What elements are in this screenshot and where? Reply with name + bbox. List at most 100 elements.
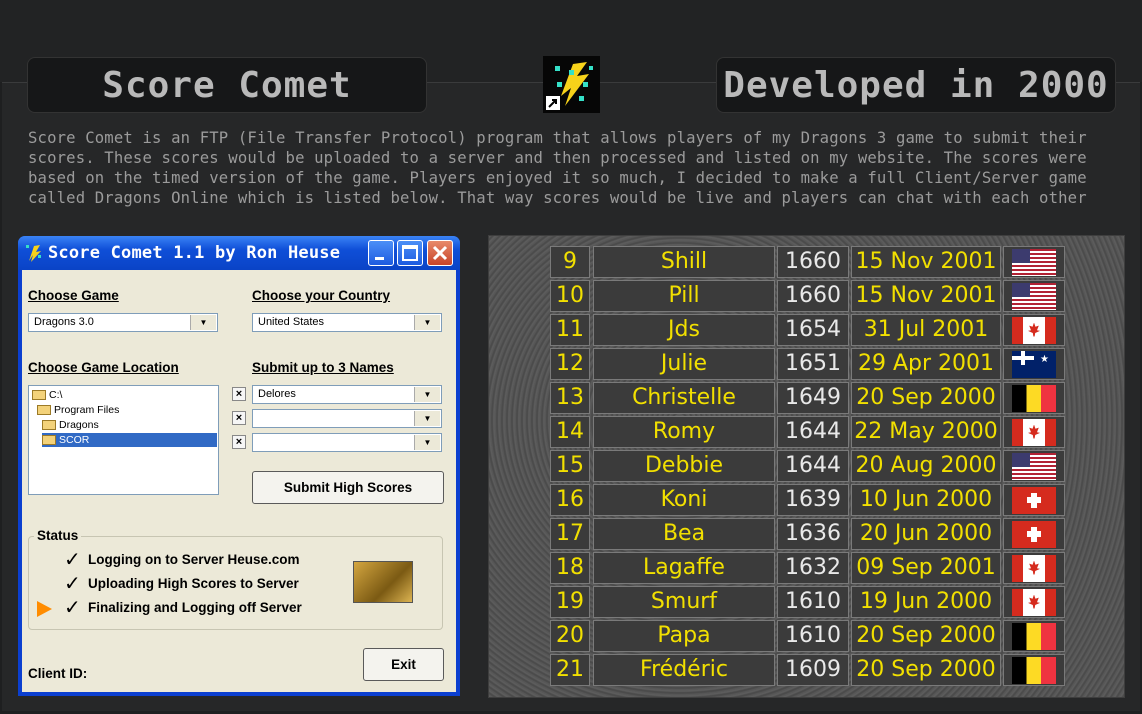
clear-name-1-button[interactable]: ×: [232, 387, 246, 401]
dropdown-arrow-icon[interactable]: ▼: [414, 315, 440, 330]
window-client-area: Choose Game Dragons 3.0 ▼ Choose your Co…: [22, 270, 456, 692]
flag-cell: [1003, 416, 1065, 448]
name-2-select[interactable]: ▼: [252, 409, 442, 428]
score-row: 10 Pill 1660 15 Nov 2001: [550, 280, 1065, 312]
exit-button[interactable]: Exit: [363, 648, 444, 681]
rank-cell: 11: [550, 314, 590, 346]
client-id-label: Client ID:: [28, 666, 88, 681]
game-select[interactable]: Dragons 3.0 ▼: [28, 313, 218, 332]
description-line: Score Comet is an FTP (File Transfer Pro…: [28, 129, 1087, 147]
status-line: ✓ Logging on to Server Heuse.com: [64, 549, 300, 571]
score-cell: 1636: [777, 518, 849, 550]
score-row: 19 Smurf 1610 19 Jun 2000: [550, 586, 1065, 618]
clear-name-2-button[interactable]: ×: [232, 411, 246, 425]
dropdown-arrow-icon[interactable]: ▼: [414, 411, 440, 426]
player-name-cell: Christelle: [593, 382, 775, 414]
date-cell: 20 Sep 2000: [851, 620, 1001, 652]
folder-item[interactable]: Dragons: [42, 418, 99, 432]
folder-item-selected[interactable]: SCOR: [42, 433, 217, 447]
page-title: Score Comet: [27, 57, 427, 113]
flag-cell: [1003, 654, 1065, 686]
country-select[interactable]: United States ▼: [252, 313, 442, 332]
submit-high-scores-button[interactable]: Submit High Scores: [252, 471, 444, 504]
rank-cell: 20: [550, 620, 590, 652]
score-row: 13 Christelle 1649 20 Sep 2000: [550, 382, 1065, 414]
close-button[interactable]: [427, 240, 453, 266]
flag-usa-icon: [1012, 282, 1056, 310]
flag-cell: [1003, 450, 1065, 482]
minimize-button[interactable]: [368, 240, 394, 266]
player-name-cell: Koni: [593, 484, 775, 516]
flag-can-icon: [1012, 418, 1056, 446]
high-score-table: 9 Shill 1660 15 Nov 2001 10 Pill 1660 15 Nov 20…: [488, 235, 1125, 698]
date-cell: 15 Nov 2001: [851, 280, 1001, 312]
score-cell: 1660: [777, 280, 849, 312]
maple-leaf-icon: [1028, 560, 1040, 575]
current-step-arrow-icon: [37, 601, 52, 617]
flag-can-icon: [1012, 554, 1056, 582]
rank-cell: 10: [550, 280, 590, 312]
score-cell: 1654: [777, 314, 849, 346]
flag-che-icon: [1012, 486, 1056, 514]
score-row: 20 Papa 1610 20 Sep 2000: [550, 620, 1065, 652]
flag-aus-icon: [1012, 350, 1056, 378]
clear-name-3-button[interactable]: ×: [232, 435, 246, 449]
choose-game-label: Choose Game: [28, 288, 119, 303]
status-line: ✓ Uploading High Scores to Server: [64, 573, 299, 595]
flag-usa-icon: [1012, 248, 1056, 276]
name-3-select[interactable]: ▼: [252, 433, 442, 452]
score-row: 15 Debbie 1644 20 Aug 2000: [550, 450, 1065, 482]
folder-open-icon: [42, 435, 56, 445]
folder-item[interactable]: C:\: [32, 388, 62, 402]
score-row: 17 Bea 1636 20 Jun 2000: [550, 518, 1065, 550]
date-cell: 20 Jun 2000: [851, 518, 1001, 550]
flag-cell: [1003, 620, 1065, 652]
rank-cell: 19: [550, 586, 590, 618]
country-select-value: United States: [258, 316, 325, 328]
flag-cell: [1003, 246, 1065, 278]
maple-leaf-icon: [1028, 594, 1040, 609]
description-line: called Dragons Online which is listed be…: [28, 189, 1087, 207]
flag-cell: [1003, 280, 1065, 312]
flag-bel-icon: [1012, 384, 1056, 412]
comet-icon: [26, 245, 41, 262]
flag-usa-icon: [1012, 452, 1056, 480]
date-cell: 20 Sep 2000: [851, 382, 1001, 414]
score-row: 14 Romy 1644 22 May 2000: [550, 416, 1065, 448]
dropdown-arrow-icon[interactable]: ▼: [414, 435, 440, 450]
score-cell: 1644: [777, 450, 849, 482]
flag-cell: [1003, 348, 1065, 380]
rank-cell: 14: [550, 416, 590, 448]
description: Score Comet is an FTP (File Transfer Pro…: [28, 128, 1118, 208]
flag-cell: [1003, 552, 1065, 584]
maximize-button[interactable]: [397, 240, 423, 266]
rank-cell: 9: [550, 246, 590, 278]
folder-item[interactable]: Program Files: [37, 403, 119, 417]
flag-cell: [1003, 314, 1065, 346]
close-icon: [432, 245, 448, 261]
score-row: 11 Jds 1654 31 Jul 2001: [550, 314, 1065, 346]
window-titlebar[interactable]: Score Comet 1.1 by Ron Heuse: [18, 236, 460, 270]
rank-cell: 16: [550, 484, 590, 516]
flag-bel-icon: [1012, 656, 1056, 684]
rank-cell: 21: [550, 654, 590, 686]
score-comet-window: Score Comet 1.1 by Ron Heuse Choose Game…: [18, 236, 460, 696]
score-cell: 1632: [777, 552, 849, 584]
transfer-animation-icon: [353, 561, 413, 603]
dropdown-arrow-icon[interactable]: ▼: [190, 315, 216, 330]
player-name-cell: Smurf: [593, 586, 775, 618]
description-line: scores. These scores would be uploaded t…: [28, 149, 1087, 167]
score-row: 12 Julie 1651 29 Apr 2001: [550, 348, 1065, 380]
player-name-cell: Bea: [593, 518, 775, 550]
dropdown-arrow-icon[interactable]: ▼: [414, 387, 440, 402]
score-comet-app-icon[interactable]: [543, 56, 600, 113]
player-name-cell: Pill: [593, 280, 775, 312]
player-name-cell: Romy: [593, 416, 775, 448]
folder-tree[interactable]: C:\ Program Files Dragons SCOR: [28, 385, 219, 495]
rank-cell: 12: [550, 348, 590, 380]
checkmark-icon: ✓: [64, 597, 81, 619]
maple-leaf-icon: [1028, 322, 1040, 337]
date-cell: 19 Jun 2000: [851, 586, 1001, 618]
window-title: Score Comet 1.1 by Ron Heuse: [48, 243, 341, 263]
name-1-select[interactable]: Delores ▼: [252, 385, 442, 404]
